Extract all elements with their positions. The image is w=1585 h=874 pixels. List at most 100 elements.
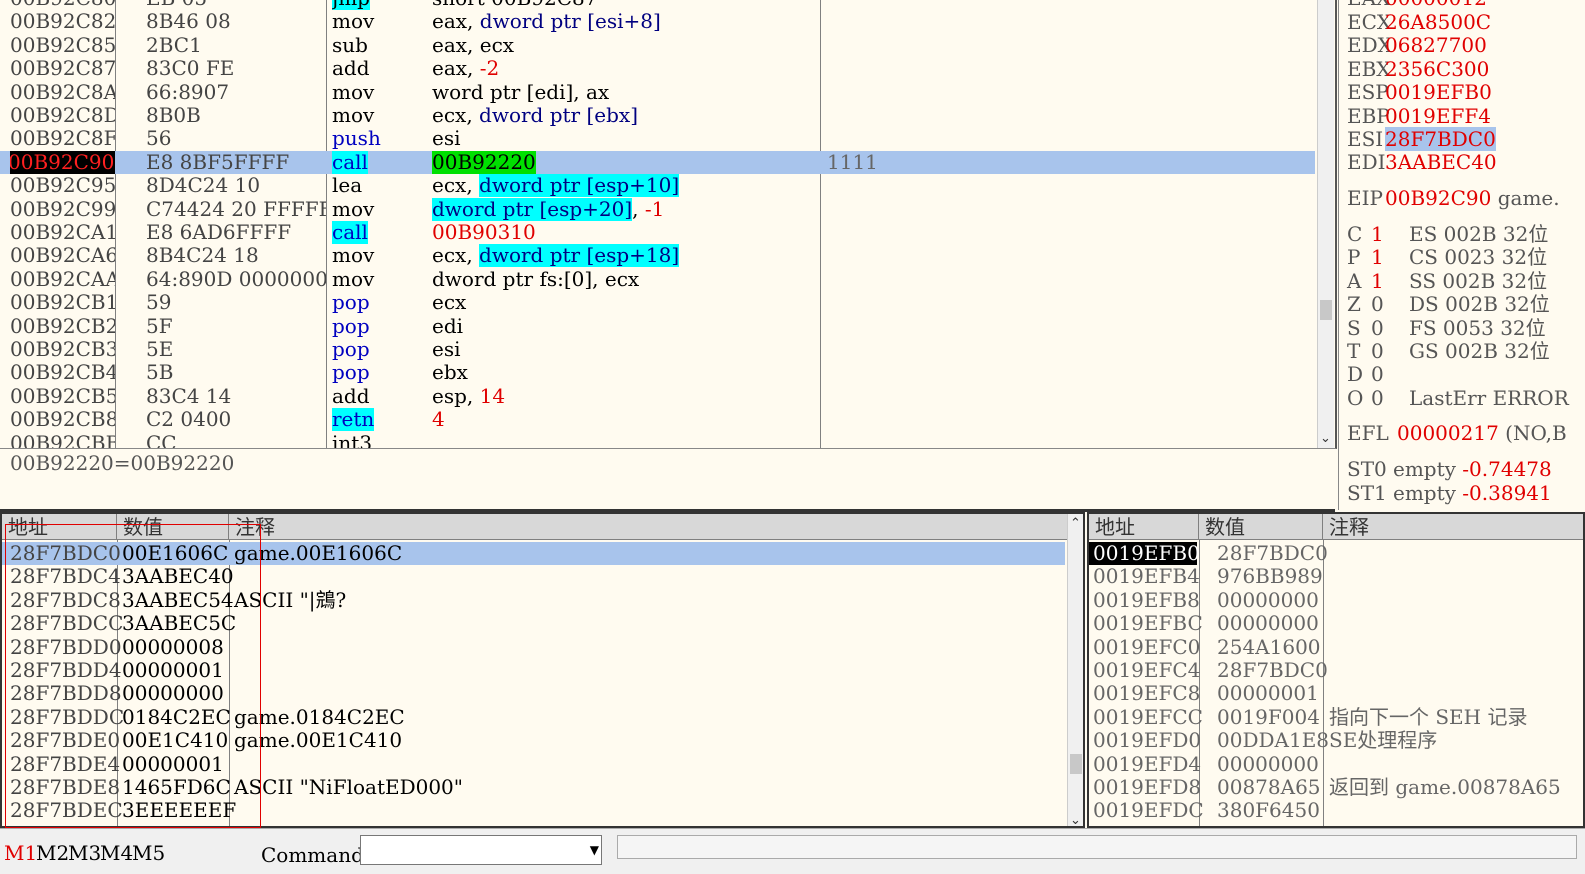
register-value[interactable]: 3AABEC40	[1385, 150, 1497, 174]
fpu-row-st1[interactable]: ST1 empty -0.38941	[1347, 481, 1552, 505]
memory-tab-m4[interactable]: M4	[100, 841, 133, 865]
register-value[interactable]: 00000012	[1385, 0, 1487, 10]
disassembly-scrollbar[interactable]: ⌄	[1317, 0, 1334, 448]
disasm-row[interactable]: 00B92CBB CC int3	[0, 432, 1315, 448]
disasm-row[interactable]: 00B92C82 8B46 08 mov eax, dword ptr [esi+8]	[0, 10, 1315, 33]
disasm-row[interactable]: 00B92CB5 83C4 14 add esp, 14	[0, 385, 1315, 408]
register-row-edx[interactable]: EDX06827700	[1347, 33, 1487, 57]
flag-value[interactable]: 0	[1371, 362, 1409, 386]
flag-value[interactable]: 1	[1371, 222, 1409, 246]
register-value[interactable]: 2356C300	[1385, 57, 1489, 81]
dump-row[interactable]: 28F7BDD8 00000000	[2, 681, 1065, 705]
dump-row[interactable]: 28F7BDD0 00000008	[2, 635, 1065, 659]
dump-row[interactable]: 28F7BDE8 1465FD6C ASCII "NiFloatED000"	[2, 775, 1065, 799]
disasm-row[interactable]: 00B92CB3 5E pop esi	[0, 338, 1315, 361]
memory-dump-pane[interactable]: 地址 数值 注释 28F7BDC0 00E1606C game.00E1606C 28…	[0, 512, 1085, 828]
disassembly-pane[interactable]: 00B92C80 EB 05 jmp short 00B92C87 00B92C82 8B…	[0, 0, 1337, 449]
disasm-row[interactable]: 00B92C8A 66:8907 mov word ptr [edi], ax	[0, 81, 1315, 104]
disasm-row[interactable]: 00B92C95 8D4C24 10 lea ecx, dword ptr [esp+…	[0, 174, 1315, 198]
register-value[interactable]: 00B92C90	[1385, 186, 1491, 210]
dump-row[interactable]: 28F7BDC0 00E1606C game.00E1606C	[2, 541, 1065, 566]
dump-row[interactable]: 28F7BDC8 3AABEC54 ASCII "|鵍?	[2, 588, 1065, 612]
registers-pane[interactable]: EAX00000012ECX26A8500CEDX06827700EBX2356…	[1338, 0, 1585, 510]
flag-value[interactable]: 1	[1371, 269, 1409, 293]
scroll-up-icon[interactable]: ⌃	[1070, 516, 1081, 531]
memory-tab-m2[interactable]: M2	[36, 841, 69, 865]
register-value[interactable]: 06827700	[1385, 33, 1487, 57]
disasm-row[interactable]: 00B92CB8 C2 0400 retn 4	[0, 408, 1315, 432]
flag-row-s[interactable]: S 0 FS 0053 32位	[1347, 316, 1546, 340]
disasm-row[interactable]: 00B92C8D 8B0B mov ecx, dword ptr [ebx]	[0, 104, 1315, 127]
register-value[interactable]: 26A8500C	[1385, 10, 1491, 34]
register-row-eip[interactable]: EIP 00B92C90 game.	[1347, 186, 1560, 210]
fpu-value[interactable]: -0.74478	[1462, 457, 1551, 481]
disasm-row[interactable]: 00B92CB2 5F pop edi	[0, 315, 1315, 338]
flag-row-c[interactable]: C 1 ES 002B 32位	[1347, 222, 1548, 246]
disasm-row[interactable]: 00B92CB4 5B pop ebx	[0, 361, 1315, 384]
flag-value[interactable]: 0	[1371, 316, 1409, 340]
disasm-row[interactable]: 00B92C90 E8 8BF5FFFF call 00B92220 1111	[0, 150, 1315, 175]
stack-row[interactable]: 0019EFD8 00878A65 返回到 game.00878A65	[1089, 775, 1583, 799]
flag-value[interactable]: 0	[1371, 386, 1409, 410]
flag-value[interactable]: 0	[1371, 292, 1409, 316]
dump-header-value[interactable]: 数值	[117, 514, 229, 540]
disasm-row[interactable]: 00B92CA1 E8 6AD6FFFF call 00B90310	[0, 221, 1315, 244]
memory-tab-m3[interactable]: M3	[68, 841, 101, 865]
disasm-row[interactable]: 00B92CA6 8B4C24 18 mov ecx, dword ptr [esp+…	[0, 244, 1315, 268]
flag-row-z[interactable]: Z 0 DS 002B 32位	[1347, 292, 1550, 316]
stack-header-comment[interactable]: 注释	[1323, 514, 1583, 540]
register-row-ebx[interactable]: EBX2356C300	[1347, 57, 1489, 81]
disasm-row[interactable]: 00B92C80 EB 05 jmp short 00B92C87	[0, 0, 1315, 10]
register-value[interactable]: 0019EFF4	[1385, 104, 1491, 128]
register-value[interactable]: 0019EFB0	[1385, 80, 1492, 104]
command-input[interactable]: ▼	[360, 835, 602, 865]
disasm-row[interactable]: 00B92CAA 64:890D 00000000 mov dword ptr fs:…	[0, 268, 1315, 291]
stack-row[interactable]: 0019EFC8 00000001	[1089, 681, 1583, 705]
scroll-down-icon[interactable]: ⌄	[1070, 813, 1081, 826]
memory-tab-m5[interactable]: M5	[132, 841, 165, 865]
dump-row[interactable]: 28F7BDE0 00E1C410 game.00E1C410	[2, 728, 1065, 752]
memory-tab-m1[interactable]: M1	[4, 841, 37, 865]
stack-header-value[interactable]: 数值	[1199, 514, 1323, 540]
disasm-row[interactable]: 00B92C85 2BC1 sub eax, ecx	[0, 34, 1315, 57]
stack-row[interactable]: 0019EFD0 00DDA1E8 SE处理程序	[1089, 728, 1583, 752]
stack-row[interactable]: 0019EFB0 28F7BDC0	[1089, 541, 1583, 566]
stack-row[interactable]: 0019EFB8 00000000	[1089, 588, 1583, 612]
dump-row[interactable]: 28F7BDD4 00000001	[2, 658, 1065, 682]
scroll-thumb[interactable]	[1320, 300, 1332, 320]
stack-row[interactable]: 0019EFC0 254A1600	[1089, 635, 1583, 659]
flag-row-d[interactable]: D0	[1347, 362, 1409, 386]
flag-row-t[interactable]: T 0 GS 002B 32位	[1347, 339, 1550, 363]
stack-row[interactable]: 0019EFDC 380F6450	[1089, 798, 1583, 822]
fpu-value[interactable]: -0.38941	[1462, 481, 1551, 505]
stack-row[interactable]: 0019EFB4 976BB989	[1089, 564, 1583, 588]
dump-row[interactable]: 28F7BDDC 0184C2EC game.0184C2EC	[2, 705, 1065, 729]
dump-header-comment[interactable]: 注释	[229, 514, 1069, 540]
register-row-edi[interactable]: EDI3AABEC40	[1347, 150, 1497, 174]
flag-row-a[interactable]: A 1 SS 002B 32位	[1347, 269, 1547, 293]
dump-header-address[interactable]: 地址	[2, 514, 117, 540]
flag-row-o[interactable]: O 0 LastErr ERROR	[1347, 386, 1569, 410]
dump-row[interactable]: 28F7BDEC 3EEEEEEF	[2, 798, 1065, 822]
fpu-row-st0[interactable]: ST0 empty -0.74478	[1347, 457, 1552, 481]
scroll-thumb[interactable]	[1070, 754, 1082, 774]
register-row-efl[interactable]: EFL 00000217 (NO,B	[1347, 421, 1567, 445]
flag-value[interactable]: 1	[1371, 245, 1409, 269]
stack-header-address[interactable]: 地址	[1089, 514, 1199, 540]
stack-row[interactable]: 0019EFBC 00000000	[1089, 611, 1583, 635]
disasm-row[interactable]: 00B92C99 C74424 20 FFFFFFFFmov dword ptr […	[0, 197, 1315, 221]
dump-row[interactable]: 28F7BDC4 3AABEC40	[2, 564, 1065, 588]
dump-row[interactable]: 28F7BDE4 00000001	[2, 752, 1065, 776]
register-value[interactable]: 00000217	[1397, 421, 1499, 445]
register-row-esp[interactable]: ESP0019EFB0	[1347, 80, 1492, 104]
dump-scrollbar[interactable]: ⌃ ⌄	[1067, 514, 1083, 826]
dropdown-arrow-icon[interactable]: ▼	[590, 843, 599, 857]
stack-row[interactable]: 0019EFCC 0019F004 指向下一个 SEH 记录	[1089, 705, 1583, 729]
dump-row[interactable]: 28F7BDCC 3AABEC5C	[2, 611, 1065, 635]
disasm-row[interactable]: 00B92C87 83C0 FE add eax, -2	[0, 57, 1315, 80]
register-row-esi[interactable]: ESI28F7BDC0	[1347, 127, 1496, 151]
register-row-ecx[interactable]: ECX26A8500C	[1347, 10, 1491, 34]
stack-pane[interactable]: 地址 数值 注释 0019EFB0 28F7BDC0 0019EFB4 976BB98…	[1087, 512, 1585, 828]
disasm-row[interactable]: 00B92CB1 59 pop ecx	[0, 291, 1315, 314]
register-value[interactable]: 28F7BDC0	[1385, 127, 1496, 151]
